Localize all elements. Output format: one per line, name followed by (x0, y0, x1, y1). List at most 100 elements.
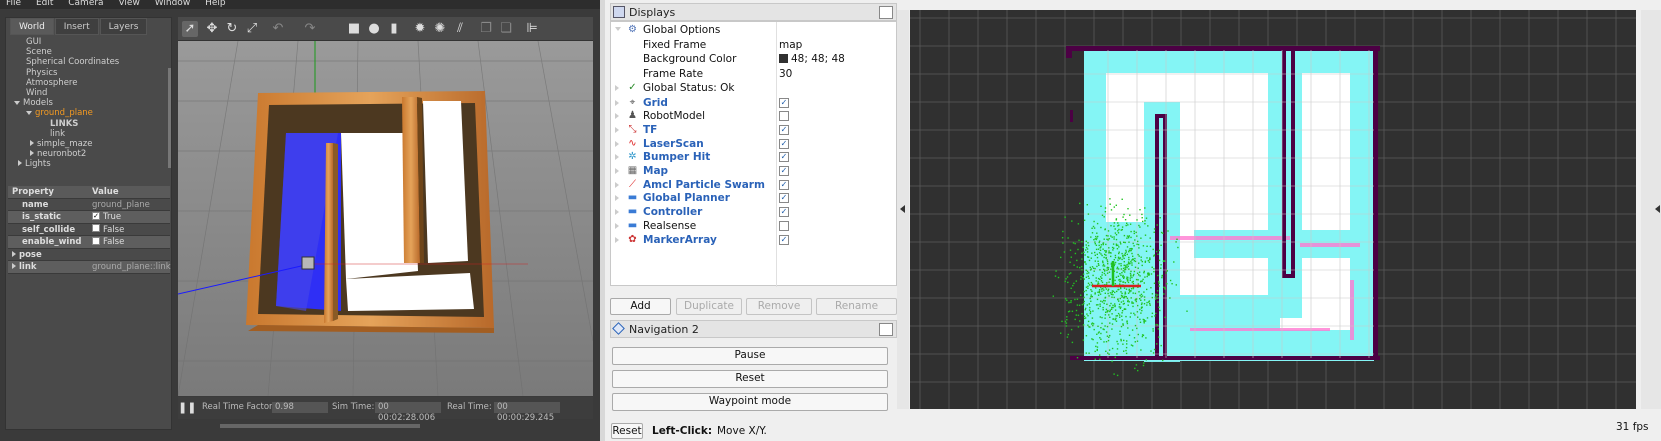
display-enable-checkbox[interactable] (779, 111, 789, 122)
tab-insert[interactable]: Insert (54, 18, 99, 35)
collapse-icon[interactable] (30, 150, 34, 157)
scale-icon[interactable]: ⤢ (244, 21, 260, 37)
collapse-icon[interactable] (615, 154, 619, 161)
menu-file[interactable]: File (6, 0, 21, 8)
sphere-shape-icon[interactable]: ● (366, 21, 382, 37)
display-item[interactable]: ▬ Global Planner ✓ (611, 191, 896, 206)
reset-button[interactable]: Reset (611, 423, 643, 439)
gazebo-3d-viewport[interactable] (178, 41, 593, 396)
rviz-3d-view[interactable] (910, 10, 1636, 409)
display-enable-checkbox[interactable]: ✓ (779, 152, 789, 163)
duplicate-button[interactable]: Duplicate (676, 298, 742, 315)
collapse-icon[interactable] (615, 195, 619, 202)
rename-button[interactable]: Rename (816, 298, 897, 315)
menu-view[interactable]: View (118, 0, 139, 8)
expand-icon[interactable] (14, 101, 20, 106)
waypoint-mode-button[interactable]: Waypoint mode (612, 393, 888, 411)
collapse-icon[interactable] (615, 209, 619, 216)
menu-camera[interactable]: Camera (68, 0, 103, 8)
expand-icon[interactable] (12, 263, 16, 269)
point-light-icon[interactable]: ✹ (412, 21, 428, 37)
fixed-frame-value[interactable]: map (779, 38, 802, 52)
expand-icon[interactable] (615, 27, 621, 31)
directional-light-icon[interactable]: ⫽ (452, 21, 468, 37)
collapse-icon[interactable] (18, 160, 22, 167)
prop-row-static[interactable]: is_static ✓ True (8, 211, 170, 224)
collapse-icon[interactable] (615, 99, 619, 106)
tree-item-link[interactable]: link (8, 129, 168, 139)
collapse-icon[interactable] (615, 222, 619, 229)
display-item[interactable]: ⤡ TF ✓ (611, 123, 896, 138)
display-enable-checkbox[interactable]: ✓ (779, 124, 789, 135)
expand-icon[interactable] (12, 250, 16, 257)
display-enable-checkbox[interactable]: ✓ (779, 179, 789, 190)
prop-row-link[interactable]: link ground_plane::link (8, 261, 171, 274)
tree-item-neuronbot2[interactable]: neuronbot2 (8, 149, 168, 159)
tree-item-atmosphere[interactable]: Atmosphere (8, 78, 168, 88)
display-enable-checkbox[interactable]: ✓ (779, 97, 789, 108)
prop-row-enable-wind[interactable]: enable_wind False (8, 236, 170, 249)
collapse-icon[interactable] (615, 140, 619, 147)
row-background-color[interactable]: Background Color 48; 48; 48 (611, 52, 896, 67)
tree-item-models[interactable]: Models (8, 98, 168, 108)
display-item[interactable]: ∿ LaserScan ✓ (611, 137, 896, 152)
menu-window[interactable]: Window (155, 0, 191, 8)
viewport-hscrollbar[interactable] (220, 424, 420, 428)
tree-item-scene[interactable]: Scene (8, 47, 168, 57)
redo-icon[interactable]: ↷ (302, 21, 318, 37)
color-swatch[interactable] (779, 54, 788, 63)
left-dock-toggle[interactable] (897, 10, 909, 409)
display-item[interactable]: ▬ Controller ✓ (611, 205, 896, 220)
static-checkbox[interactable]: ✓ (92, 211, 100, 220)
self-collide-checkbox[interactable] (92, 224, 100, 232)
display-enable-checkbox[interactable] (779, 220, 789, 231)
display-item[interactable]: ♟ RobotModel (611, 109, 896, 124)
display-enable-checkbox[interactable]: ✓ (779, 207, 789, 218)
tree-item-physics[interactable]: Physics (8, 68, 168, 78)
tree-item-simple-maze[interactable]: simple_maze (8, 139, 168, 149)
display-enable-checkbox[interactable]: ✓ (779, 193, 789, 204)
display-enable-checkbox[interactable]: ✓ (779, 138, 789, 149)
display-item[interactable]: ⟋ Amcl Particle Swarm ✓ (611, 178, 896, 193)
cylinder-shape-icon[interactable]: ▮ (386, 21, 402, 37)
display-item[interactable]: ▬ Realsense (611, 219, 896, 234)
spot-light-icon[interactable]: ✺ (432, 21, 448, 37)
prop-row-pose[interactable]: pose (8, 249, 170, 261)
collapse-icon[interactable] (615, 181, 619, 188)
chevron-left-icon[interactable] (1655, 205, 1660, 213)
collapse-icon[interactable] (615, 168, 619, 174)
enable-wind-checkbox[interactable] (92, 236, 100, 245)
pause-icon[interactable]: ❚❚ (178, 401, 196, 414)
chevron-left-icon[interactable] (900, 205, 905, 213)
display-item[interactable]: ✿ MarkerArray ✓ (611, 233, 896, 248)
collapse-icon[interactable] (615, 236, 619, 243)
tree-scrollbar[interactable] (168, 68, 171, 168)
box-shape-icon[interactable]: ■ (346, 21, 362, 37)
tree-item-spherical[interactable]: Spherical Coordinates (8, 57, 168, 67)
tree-item-links[interactable]: LINKS (8, 119, 168, 129)
right-dock-toggle[interactable] (1641, 10, 1661, 409)
tab-layers[interactable]: Layers (99, 18, 148, 35)
tree-item-lights[interactable]: Lights (8, 159, 168, 169)
tab-world[interactable]: World (10, 18, 54, 35)
panel-float-button[interactable] (879, 323, 893, 336)
undo-icon[interactable]: ↶ (270, 21, 286, 37)
frame-rate-value[interactable]: 30 (779, 67, 792, 81)
display-item[interactable]: ⌖ Grid ✓ (611, 96, 896, 111)
collapse-icon[interactable] (615, 126, 619, 133)
paste-icon[interactable]: ❏ (498, 21, 514, 37)
prop-row-name[interactable]: name ground_plane (8, 199, 170, 211)
row-frame-rate[interactable]: Frame Rate 30 (611, 67, 896, 82)
reset-nav-button[interactable]: Reset (612, 370, 888, 388)
copy-icon[interactable]: ❐ (478, 21, 494, 37)
collapse-icon[interactable] (30, 139, 34, 146)
display-item[interactable]: ▦ Map ✓ (611, 164, 896, 179)
rotate-icon[interactable]: ↻ (224, 21, 240, 37)
remove-button[interactable]: Remove (746, 298, 812, 315)
collapse-icon[interactable] (615, 113, 619, 120)
tree-global-options[interactable]: ⚙ Global Options (611, 23, 896, 38)
collapse-icon[interactable] (615, 85, 619, 91)
tree-item-gui[interactable]: GUI (8, 37, 168, 47)
display-enable-checkbox[interactable]: ✓ (779, 166, 789, 176)
panel-float-button[interactable] (879, 6, 893, 19)
